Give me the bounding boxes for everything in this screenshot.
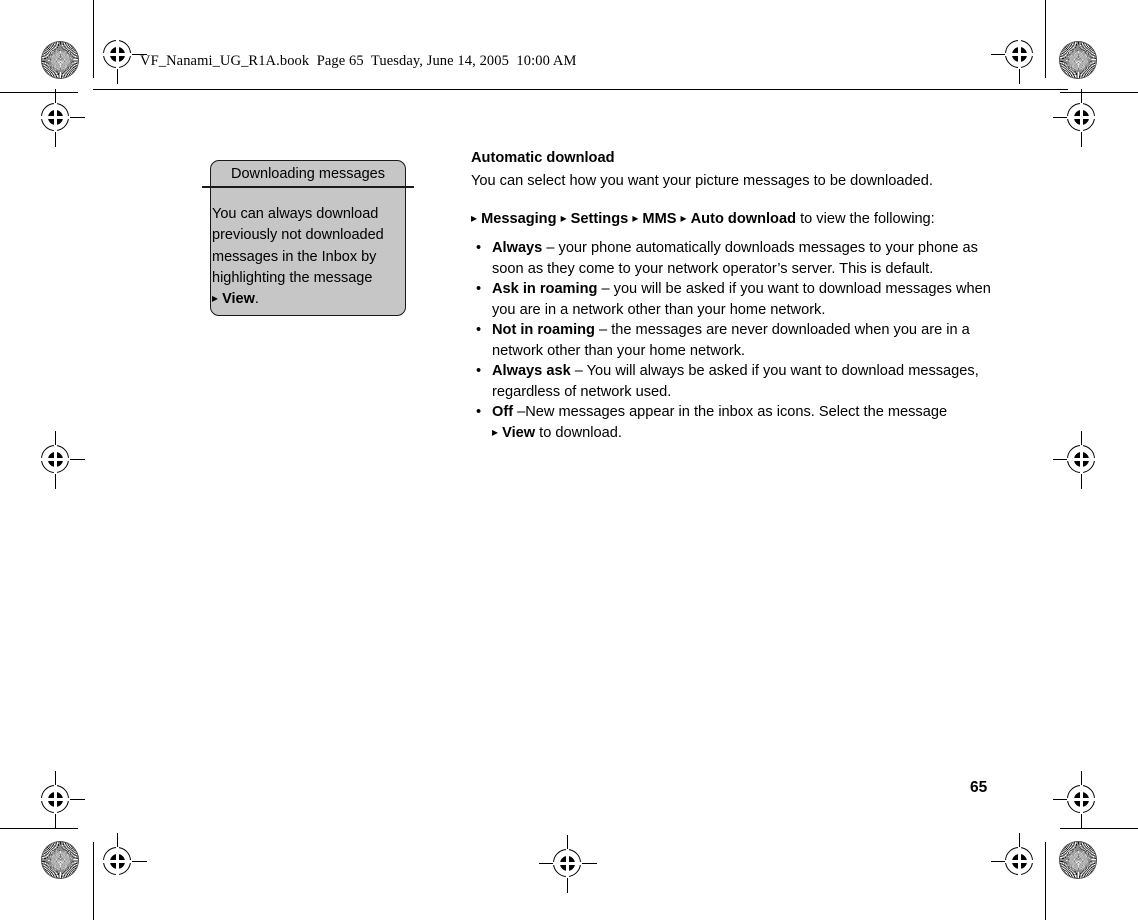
rosette-target-top-right <box>1059 41 1097 79</box>
triangle-marker-icon: ▸ <box>560 211 567 225</box>
menu-step-mms: MMS <box>642 211 677 227</box>
page-number: 65 <box>970 779 988 796</box>
list-item: • Not in roaming – the messages are neve… <box>471 320 991 361</box>
option-term: Not in roaming <box>492 322 595 338</box>
main-content: Automatic download You can select how yo… <box>471 148 991 443</box>
list-item: • Always ask – You will always be asked … <box>471 361 991 402</box>
registration-mark-bottom-right-inner <box>991 833 1049 891</box>
registration-mark-left-middle <box>27 431 85 489</box>
note-body-command: View <box>222 291 255 308</box>
rosette-target-top-left <box>41 41 79 79</box>
registration-mark-right-lower <box>1053 771 1111 829</box>
triangle-marker-icon: ▸ <box>471 211 478 225</box>
triangle-marker-icon: ▸ <box>680 211 687 225</box>
registration-mark-left-upper <box>27 89 85 147</box>
registration-mark-bottom-left-inner <box>89 833 147 891</box>
rosette-target-bottom-right <box>1059 841 1097 879</box>
registration-mark-bottom-center <box>539 835 597 893</box>
registration-mark-right-upper <box>1053 89 1111 147</box>
bullet-icon: • <box>476 363 482 379</box>
registration-mark-left-lower <box>27 771 85 829</box>
list-item: • Off –New messages appear in the inbox … <box>471 402 991 443</box>
registration-mark-top-left-inner <box>89 26 147 84</box>
option-term: Off <box>492 404 514 420</box>
option-command: View <box>502 424 536 441</box>
note-body-text: You can always download previously not d… <box>212 206 384 286</box>
menu-step-auto-download: Auto download <box>690 211 797 227</box>
header-rule <box>93 89 1068 90</box>
triangle-marker-icon: ▸ <box>212 291 219 306</box>
triangle-marker-icon: ▸ <box>492 424 499 439</box>
option-description-tail: to download. <box>535 424 622 441</box>
section-heading: Automatic download <box>471 150 615 166</box>
registration-mark-top-right-inner <box>991 26 1049 84</box>
menu-step-settings: Settings <box>570 211 629 227</box>
running-header: VF_Nanami_UG_R1A.book Page 65 Tuesday, J… <box>140 53 577 69</box>
option-description: – your phone automatically downloads mes… <box>492 240 978 277</box>
menu-path-tail: to view the following: <box>796 211 935 227</box>
menu-path-line: ▸ Messaging ▸ Settings ▸ MMS ▸ Auto down… <box>471 209 991 229</box>
bullet-icon: • <box>476 240 482 256</box>
triangle-marker-icon: ▸ <box>632 211 639 225</box>
bullet-icon: • <box>476 404 482 420</box>
option-term: Ask in roaming <box>492 281 598 297</box>
section-intro: You can select how you want your picture… <box>471 173 933 189</box>
menu-step-messaging: Messaging <box>481 211 557 227</box>
list-item: • Ask in roaming – you will be asked if … <box>471 279 991 320</box>
list-item: • Always – your phone automatically down… <box>471 238 991 279</box>
bullet-icon: • <box>476 281 482 297</box>
bullet-icon: • <box>476 322 482 338</box>
options-list: • Always – your phone automatically down… <box>471 238 991 443</box>
rosette-target-bottom-left <box>41 841 79 879</box>
option-term: Always ask <box>492 363 571 379</box>
note-box-title: Downloading messages <box>231 166 385 182</box>
option-description: –New messages appear in the inbox as ico… <box>513 404 948 420</box>
registration-mark-right-middle <box>1053 431 1111 489</box>
option-term: Always <box>492 240 543 256</box>
note-box-title-divider <box>202 186 414 188</box>
note-body-period: . <box>254 291 259 308</box>
note-box-body: You can always download previously not d… <box>212 204 408 310</box>
